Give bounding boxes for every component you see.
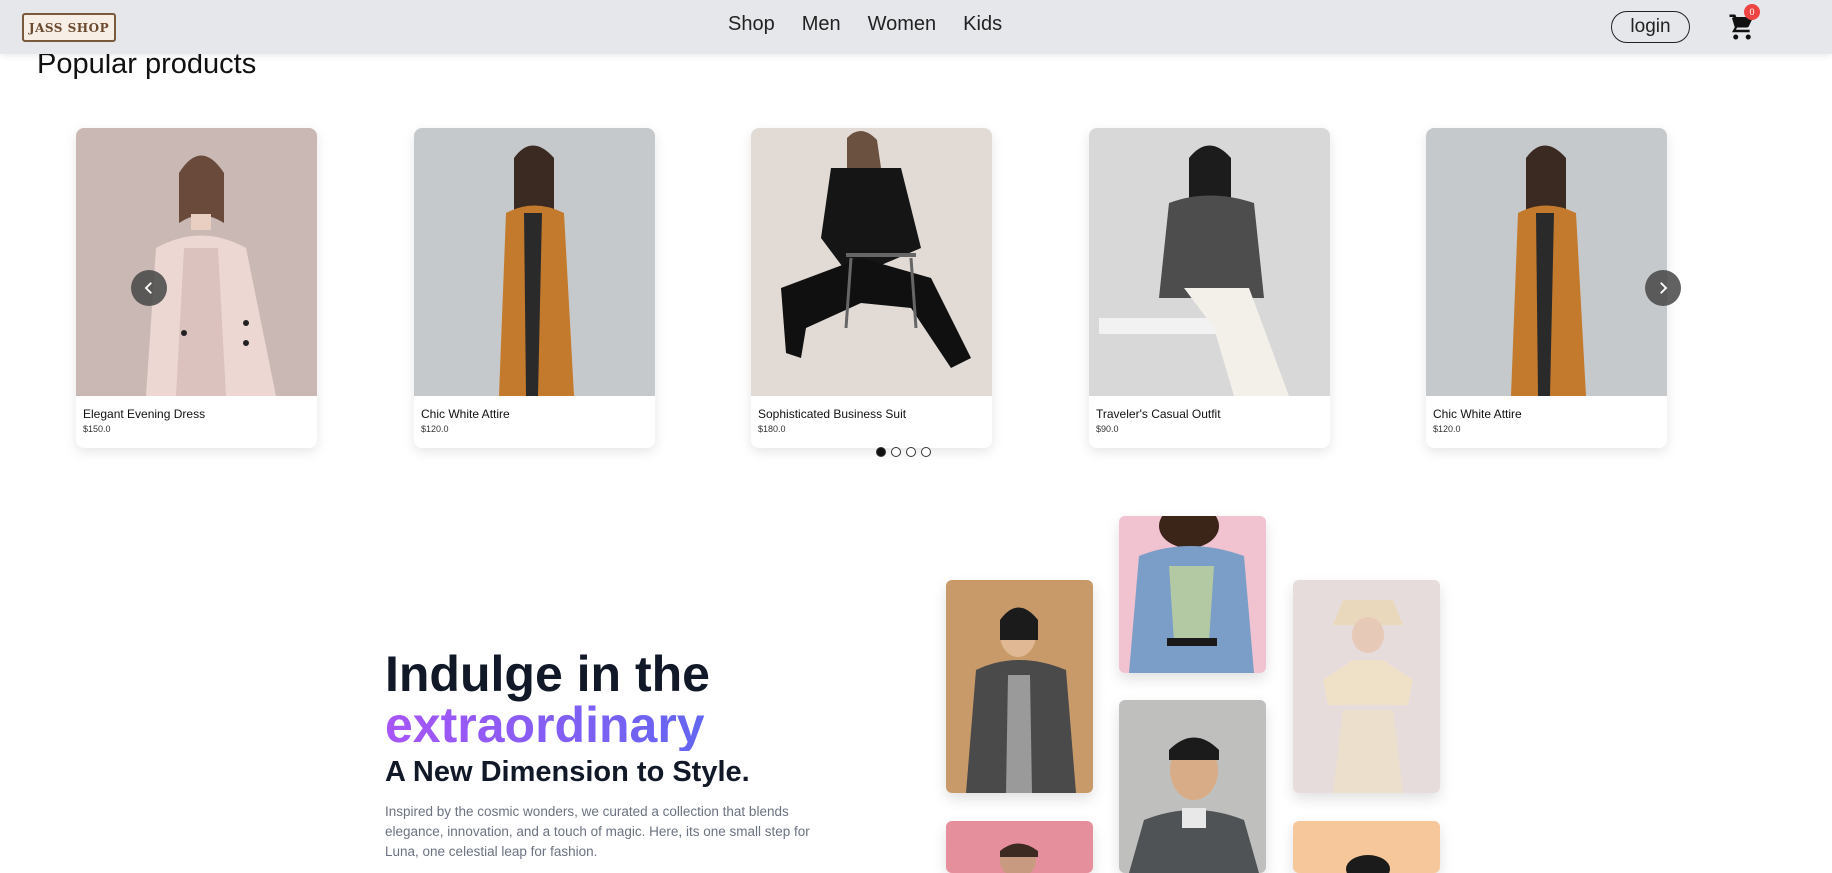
carousel-pagination — [876, 447, 931, 457]
product-image — [1426, 128, 1667, 396]
product-image — [414, 128, 655, 396]
login-button[interactable]: login — [1611, 11, 1690, 43]
gallery-image — [1119, 516, 1266, 673]
product-name: Chic White Attire — [421, 407, 510, 421]
carousel-dot[interactable] — [891, 447, 901, 457]
logo-text: JASS SHOP — [28, 20, 110, 35]
gallery-image — [1293, 821, 1440, 873]
hero-heading-accent: extraordinary — [385, 697, 705, 753]
product-name: Elegant Evening Dress — [83, 407, 206, 421]
hero-subtitle: A New Dimension to Style. — [385, 756, 750, 788]
gallery-image — [946, 580, 1093, 793]
product-price: $120.0 — [421, 424, 449, 434]
product-name: Chic White Attire — [1433, 407, 1522, 421]
nav-link-shop[interactable]: Shop — [728, 13, 775, 36]
product-name: Traveler's Casual Outfit — [1096, 407, 1221, 421]
carousel-prev-button[interactable] — [131, 270, 167, 306]
nav-link-men[interactable]: Men — [802, 13, 841, 36]
product-price: $90.0 — [1096, 424, 1119, 434]
product-card[interactable]: Chic White Attire $120.0 — [414, 128, 655, 448]
product-card[interactable]: Elegant Evening Dress $150.0 — [76, 128, 317, 448]
nav-link-women[interactable]: Women — [868, 13, 937, 36]
product-card[interactable]: Chic White Attire $120.0 — [1426, 128, 1667, 448]
hero-heading: Indulge in the — [385, 646, 710, 702]
product-image — [751, 128, 992, 396]
carousel-next-button[interactable] — [1645, 270, 1681, 306]
product-image — [1089, 128, 1330, 396]
chevron-right-icon — [1660, 282, 1668, 294]
product-name: Sophisticated Business Suit — [758, 407, 907, 421]
carousel-dot[interactable] — [921, 447, 931, 457]
product-price: $150.0 — [83, 424, 111, 434]
product-card[interactable]: Sophisticated Business Suit $180.0 — [751, 128, 992, 448]
hero-description: Inspired by the cosmic wonders, we curat… — [385, 804, 810, 859]
carousel-dot[interactable] — [906, 447, 916, 457]
nav-link-kids[interactable]: Kids — [963, 13, 1002, 36]
product-card[interactable]: Traveler's Casual Outfit $90.0 — [1089, 128, 1330, 448]
gallery-image — [1119, 700, 1266, 873]
top-navbar: JASS SHOP Shop Men Women Kids login 0 — [0, 0, 1832, 54]
product-price: $120.0 — [1433, 424, 1461, 434]
product-price: $180.0 — [758, 424, 786, 434]
gallery-image — [946, 821, 1093, 873]
main-nav: Shop Men Women Kids — [728, 13, 1029, 36]
gallery-image — [1293, 580, 1440, 793]
carousel-dot[interactable] — [876, 447, 886, 457]
product-image — [76, 128, 317, 396]
brand-logo[interactable]: JASS SHOP — [22, 13, 116, 42]
cart-count-badge: 0 — [1744, 4, 1760, 20]
chevron-left-icon — [144, 282, 152, 294]
